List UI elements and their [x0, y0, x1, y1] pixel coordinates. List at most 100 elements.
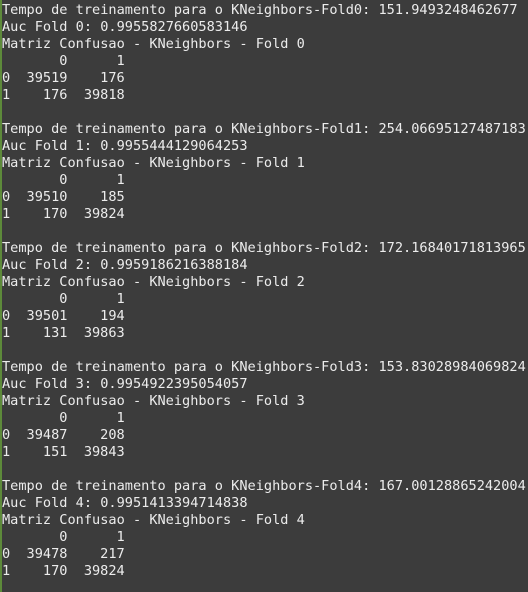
auc-label: Auc Fold 3:: [2, 376, 101, 392]
matrix-title: Matriz Confusao - KNeighbors - Fold 0: [2, 36, 305, 52]
auc-value: 0.9955444129064253: [100, 138, 248, 154]
matrix-column-header: 1: [116, 529, 125, 545]
matrix-cell: 176: [100, 70, 125, 86]
matrix-cell: 39863: [83, 325, 125, 341]
matrix-cell: 39487: [26, 427, 68, 443]
fold-block-3: Tempo de treinamento para o KNeighbors-F…: [2, 359, 528, 478]
training-time-label: Tempo de treinamento para o KNeighbors-F…: [2, 359, 379, 375]
training-time-line: Tempo de treinamento para o KNeighbors-F…: [2, 121, 528, 138]
matrix-column-header: 0: [59, 529, 68, 545]
matrix-column-header: 0: [59, 291, 68, 307]
matrix-column-header: 1: [116, 291, 125, 307]
matrix-cell: 194: [100, 308, 125, 324]
fold-block-1: Tempo de treinamento para o KNeighbors-F…: [2, 121, 528, 240]
matrix-cell: 39478: [26, 546, 68, 562]
matrix-header: 01: [2, 53, 528, 70]
matrix-row: 0 39519 176: [2, 70, 528, 87]
training-time-line: Tempo de treinamento para o KNeighbors-F…: [2, 359, 528, 376]
matrix-corner: [2, 172, 10, 189]
matrix-row-label: 0: [2, 546, 11, 562]
matrix-cell: 131: [42, 325, 68, 341]
matrix-column-header: 0: [59, 172, 68, 188]
matrix-row-label: 1: [2, 325, 11, 341]
matrix-row: 0 39487 208: [2, 427, 528, 444]
training-time-line: Tempo de treinamento para o KNeighbors-F…: [2, 2, 528, 19]
matrix-column-header: 1: [116, 172, 125, 188]
matrix-cell: 185: [100, 189, 125, 205]
matrix-column-header: 0: [59, 410, 68, 426]
matrix-cell: 170: [42, 206, 68, 222]
matrix-cell: 170: [42, 563, 68, 579]
auc-line: Auc Fold 3: 0.9954922395054057: [2, 376, 528, 393]
training-time-label: Tempo de treinamento para o KNeighbors-F…: [2, 240, 379, 256]
matrix-column-header: 1: [116, 410, 125, 426]
training-time-value: 167.00128865242004: [378, 478, 526, 494]
auc-label: Auc Fold 1:: [2, 138, 101, 154]
fold-block-2: Tempo de treinamento para o KNeighbors-F…: [2, 240, 528, 359]
matrix-corner: [2, 53, 10, 70]
auc-value: 0.9959186216388184: [100, 257, 248, 273]
matrix-row: 0 39510 185: [2, 189, 528, 206]
matrix-cell: 39824: [83, 563, 125, 579]
matrix-corner: [2, 529, 10, 546]
matrix-column-header: 0: [59, 53, 68, 69]
matrix-row: 0 39478 217: [2, 546, 528, 563]
matrix-row-label: 0: [2, 70, 11, 86]
training-time-value: 153.83028984069824: [378, 359, 526, 375]
matrix-row: 1 151 39843: [2, 444, 528, 461]
matrix-row-label: 1: [2, 87, 11, 103]
matrix-cell: 39824: [83, 206, 125, 222]
matrix-cell: 39510: [26, 189, 68, 205]
training-time-label: Tempo de treinamento para o KNeighbors-F…: [2, 121, 379, 137]
matrix-cell: 217: [100, 546, 125, 562]
auc-label: Auc Fold 2:: [2, 257, 101, 273]
matrix-header: 01: [2, 529, 528, 546]
matrix-row: 1 170 39824: [2, 206, 528, 223]
matrix-cell: 151: [42, 444, 68, 460]
training-time-line: Tempo de treinamento para o KNeighbors-F…: [2, 240, 528, 257]
matrix-row-label: 0: [2, 308, 11, 324]
matrix-row: 1 170 39824: [2, 563, 528, 580]
matrix-header: 01: [2, 172, 528, 189]
auc-line: Auc Fold 4: 0.9951413394714838: [2, 495, 528, 512]
training-time-value: 172.16840171813965: [378, 240, 526, 256]
matrix-header: 01: [2, 410, 528, 427]
auc-value: 0.9951413394714838: [100, 495, 248, 511]
matrix-row-label: 1: [2, 563, 11, 579]
matrix-header: 01: [2, 291, 528, 308]
terminal-output: Tempo de treinamento para o KNeighbors-F…: [0, 0, 528, 592]
fold-block-0: Tempo de treinamento para o KNeighbors-F…: [2, 2, 528, 121]
auc-value: 0.9954922395054057: [100, 376, 248, 392]
matrix-cell: 208: [100, 427, 125, 443]
matrix-title: Matriz Confusao - KNeighbors - Fold 2: [2, 274, 305, 290]
matrix-cell: 176: [42, 87, 68, 103]
auc-line: Auc Fold 0: 0.9955827660583146: [2, 19, 528, 36]
auc-value: 0.9955827660583146: [100, 19, 248, 35]
matrix-row-label: 0: [2, 189, 11, 205]
matrix-column-header: 1: [116, 53, 125, 69]
training-time-line: Tempo de treinamento para o KNeighbors-F…: [2, 478, 528, 495]
matrix-row: 1 131 39863: [2, 325, 528, 342]
fold-block-4: Tempo de treinamento para o KNeighbors-F…: [2, 478, 528, 580]
matrix-title: Matriz Confusao - KNeighbors - Fold 1: [2, 155, 305, 171]
training-time-label: Tempo de treinamento para o KNeighbors-F…: [2, 2, 379, 18]
matrix-row: 1 176 39818: [2, 87, 528, 104]
training-time-value: 254.06695127487183: [378, 121, 526, 137]
matrix-cell: 39501: [26, 308, 68, 324]
matrix-cell: 39843: [83, 444, 125, 460]
auc-line: Auc Fold 2: 0.9959186216388184: [2, 257, 528, 274]
auc-label: Auc Fold 4:: [2, 495, 101, 511]
matrix-corner: [2, 291, 10, 308]
auc-line: Auc Fold 1: 0.9955444129064253: [2, 138, 528, 155]
matrix-title: Matriz Confusao - KNeighbors - Fold 3: [2, 393, 305, 409]
matrix-corner: [2, 410, 10, 427]
matrix-cell: 39818: [83, 87, 125, 103]
matrix-row-label: 1: [2, 206, 11, 222]
matrix-row-label: 0: [2, 427, 11, 443]
matrix-row-label: 1: [2, 444, 11, 460]
training-time-label: Tempo de treinamento para o KNeighbors-F…: [2, 478, 379, 494]
matrix-title: Matriz Confusao - KNeighbors - Fold 4: [2, 512, 305, 528]
